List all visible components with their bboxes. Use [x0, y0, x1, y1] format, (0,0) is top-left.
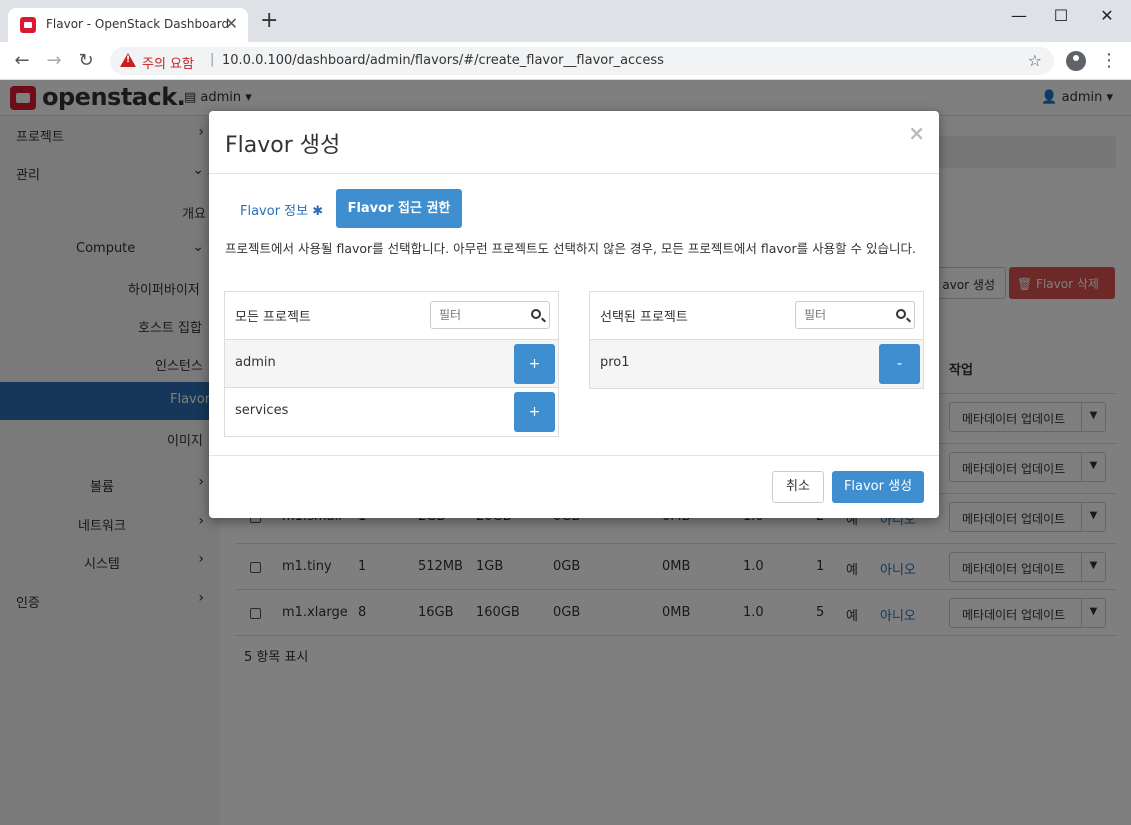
browser-toolbar: ← → ↻ 주의 요함 | 10.0.0.100/dashboard/admin… — [0, 42, 1131, 80]
back-icon[interactable]: ← — [10, 50, 34, 71]
create-flavor-submit-button[interactable]: Flavor 생성 — [832, 471, 924, 503]
browser-menu-icon[interactable]: ⋮ — [1100, 50, 1118, 71]
tab-flavor-info[interactable]: Flavor 정보 ✱ — [240, 200, 323, 219]
divider — [209, 173, 939, 174]
maximize-button[interactable]: ☐ — [1038, 4, 1084, 28]
help-text: 프로젝트에서 사용될 flavor를 선택합니다. 아무런 프로젝트도 선택하지… — [225, 241, 916, 256]
divider — [209, 455, 939, 456]
filter-input[interactable] — [439, 306, 523, 324]
all-projects-panel: 모든 프로젝트 admin + services + — [224, 291, 559, 437]
tab-close-icon[interactable]: ✕ — [225, 14, 238, 33]
tab-flavor-access[interactable]: Flavor 접근 권한 — [336, 189, 462, 228]
bookmark-star-icon[interactable]: ☆ — [1028, 51, 1042, 70]
url-separator: | — [210, 52, 215, 67]
add-project-button[interactable]: + — [514, 344, 555, 384]
openstack-favicon-icon — [20, 17, 36, 33]
filter-box[interactable] — [430, 301, 550, 329]
project-name: services — [235, 403, 289, 418]
warning-icon — [120, 53, 136, 67]
new-tab-button[interactable]: + — [260, 10, 278, 32]
panel-title: 선택된 프로젝트 — [600, 310, 688, 325]
tab-title: Flavor - OpenStack Dashboard — [46, 17, 230, 31]
address-bar[interactable]: 주의 요함 | 10.0.0.100/dashboard/admin/flavo… — [110, 47, 1054, 75]
close-icon[interactable]: × — [908, 121, 925, 145]
project-name: admin — [235, 355, 276, 370]
account-icon[interactable] — [1066, 51, 1086, 71]
add-project-button[interactable]: + — [514, 392, 555, 432]
tab-label: Flavor 정보 — [240, 204, 309, 219]
selected-projects-panel: 선택된 프로젝트 pro1 - — [589, 291, 924, 389]
list-item: pro1 - — [590, 340, 923, 388]
search-icon — [531, 309, 541, 319]
cancel-button[interactable]: 취소 — [772, 471, 824, 503]
modal-title: Flavor 생성 — [225, 133, 341, 158]
panel-title: 모든 프로젝트 — [235, 310, 311, 325]
remove-project-button[interactable]: - — [879, 344, 920, 384]
minimize-button[interactable]: — — [996, 4, 1042, 28]
forward-icon[interactable]: → — [42, 50, 66, 71]
list-item: services + — [225, 388, 558, 436]
required-asterisk-icon: ✱ — [312, 204, 324, 219]
browser-titlebar: Flavor - OpenStack Dashboard ✕ + — ☐ ✕ — [0, 0, 1131, 42]
security-warning[interactable]: 주의 요함 — [142, 53, 194, 72]
reload-icon[interactable]: ↻ — [74, 50, 98, 71]
url-text[interactable]: 10.0.0.100/dashboard/admin/flavors/#/cre… — [222, 53, 664, 68]
project-name: pro1 — [600, 355, 630, 370]
filter-box[interactable] — [795, 301, 915, 329]
list-item: admin + — [225, 340, 558, 388]
window-close-button[interactable]: ✕ — [1084, 4, 1130, 28]
panel-header: 모든 프로젝트 — [225, 292, 558, 340]
browser-tab[interactable]: Flavor - OpenStack Dashboard ✕ — [8, 8, 248, 42]
panel-header: 선택된 프로젝트 — [590, 292, 923, 340]
create-flavor-modal: Flavor 생성 × Flavor 정보 ✱ Flavor 접근 권한 프로젝… — [209, 111, 939, 518]
filter-input[interactable] — [804, 306, 888, 324]
search-icon — [896, 309, 906, 319]
